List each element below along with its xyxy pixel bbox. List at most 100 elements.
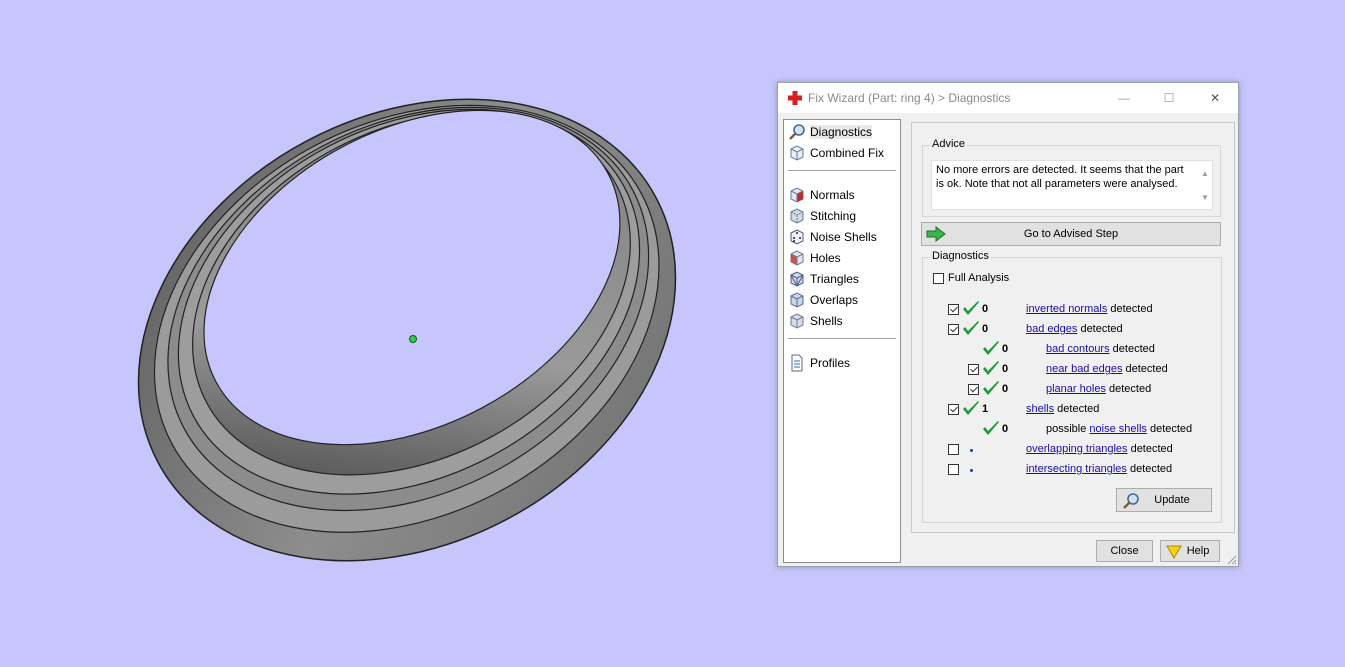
- row-checkbox[interactable]: [948, 444, 959, 455]
- diagnostic-row: intersecting triangles detected: [1026, 463, 1172, 475]
- row-suffix: detected: [1146, 423, 1193, 435]
- nav-item-diagnostics[interactable]: Diagnostics: [788, 122, 896, 142]
- row-checkbox[interactable]: [948, 464, 959, 475]
- nav-item-shells[interactable]: Shells: [788, 311, 896, 331]
- nav-label: Noise Shells: [810, 230, 877, 244]
- nav-item-overlaps[interactable]: Overlaps: [788, 290, 896, 310]
- pending-dot-icon: [970, 449, 973, 452]
- cube-stitch-icon: [790, 208, 804, 224]
- issue-count: 1: [982, 403, 989, 415]
- cube-holes-icon: [790, 250, 804, 266]
- resize-grip-icon[interactable]: [1227, 555, 1237, 565]
- nav-label: Shells: [810, 314, 843, 328]
- nav-label: Triangles: [810, 272, 859, 286]
- issue-count: 0: [1002, 383, 1009, 395]
- update-label: Update: [1154, 494, 1190, 506]
- nav-item-profiles[interactable]: Profiles: [788, 353, 896, 373]
- row-suffix: detected: [1054, 403, 1100, 415]
- scroll-up-icon[interactable]: ▲: [1201, 167, 1209, 181]
- cube-overlaps-icon: [790, 292, 804, 308]
- issue-count: 0: [1002, 363, 1009, 375]
- diagnostics-page: Advice No more errors are detected. It s…: [911, 122, 1235, 533]
- advice-text: No more errors are detected. It seems th…: [931, 160, 1213, 210]
- row-checkbox[interactable]: [968, 384, 979, 395]
- issue-count: 0: [982, 303, 989, 315]
- close-window-button[interactable]: ✕: [1193, 83, 1237, 113]
- row-suffix: detected: [1127, 443, 1173, 455]
- diagnostic-link[interactable]: planar holes: [1046, 383, 1106, 395]
- cube-shells-icon: [790, 313, 804, 329]
- diagnostic-link[interactable]: inverted normals: [1026, 303, 1107, 315]
- green-check-icon: [983, 421, 999, 435]
- title-bar[interactable]: Fix Wizard (Part: ring 4) > Diagnostics …: [778, 83, 1238, 113]
- issue-count: 0: [1002, 343, 1009, 355]
- close-button[interactable]: Close: [1096, 540, 1153, 562]
- help-label: Help: [1186, 545, 1210, 557]
- green-arrow-icon: [926, 226, 946, 242]
- row-checkbox[interactable]: [948, 324, 959, 335]
- go-to-advised-step-button[interactable]: Go to Advised Step: [921, 222, 1221, 246]
- nav-label: Holes: [810, 251, 841, 265]
- magnifier-icon: [1123, 493, 1139, 509]
- 3d-viewport[interactable]: [0, 0, 760, 667]
- full-analysis-checkbox[interactable]: [933, 273, 944, 284]
- diagnostic-link[interactable]: bad edges: [1026, 323, 1077, 335]
- row-checkbox[interactable]: [968, 364, 979, 375]
- pending-dot-icon: [970, 469, 973, 472]
- diagnostic-row: possible noise shells detected: [1046, 423, 1192, 435]
- row-checkbox[interactable]: [948, 404, 959, 415]
- advice-message: No more errors are detected. It seems th…: [936, 164, 1184, 190]
- diagnostic-link[interactable]: overlapping triangles: [1026, 443, 1128, 455]
- nav-label: Normals: [810, 188, 855, 202]
- help-funnel-icon: [1166, 545, 1182, 559]
- cube-icon: [790, 145, 804, 161]
- diagnostic-row: bad edges detected: [1026, 323, 1123, 335]
- cube-triangles-icon: [790, 271, 804, 287]
- diagnostic-row: shells detected: [1026, 403, 1099, 415]
- nav-item-normals[interactable]: Normals: [788, 185, 896, 205]
- diagnostic-link[interactable]: noise shells: [1089, 423, 1146, 435]
- magnifier-icon: [789, 124, 805, 140]
- row-checkbox[interactable]: [948, 304, 959, 315]
- nav-item-holes[interactable]: Holes: [788, 248, 896, 268]
- green-check-icon: [983, 341, 999, 355]
- help-button[interactable]: Help: [1160, 540, 1220, 562]
- diagnostic-link[interactable]: near bad edges: [1046, 363, 1122, 375]
- scroll-down-icon[interactable]: ▼: [1201, 191, 1209, 205]
- maximize-button[interactable]: ☐: [1147, 83, 1191, 113]
- nav-item-stitching[interactable]: Stitching: [788, 206, 896, 226]
- dice-icon: [790, 229, 804, 245]
- nav-label: Stitching: [810, 209, 857, 223]
- green-check-icon: [983, 381, 999, 395]
- nav-label: Combined Fix: [810, 146, 885, 160]
- minimize-icon: —: [1118, 91, 1130, 105]
- nav-label: Diagnostics: [810, 125, 873, 139]
- row-suffix: detected: [1105, 383, 1152, 395]
- nav-item-triangles[interactable]: Triangles: [788, 269, 896, 289]
- diagnostic-row: bad contours detected: [1046, 343, 1155, 355]
- nav-label: Overlaps: [810, 293, 859, 307]
- minimize-button[interactable]: —: [1102, 83, 1146, 113]
- issue-count: 0: [982, 323, 989, 335]
- green-check-icon: [963, 401, 979, 415]
- diagnostic-link[interactable]: intersecting triangles: [1026, 463, 1127, 475]
- pivot-point-icon: [409, 335, 417, 343]
- row-suffix: detected: [1126, 463, 1173, 475]
- update-button[interactable]: Update: [1116, 488, 1212, 512]
- nav-divider: [788, 338, 896, 339]
- red-cross-icon: [788, 91, 802, 105]
- diagnostic-row: near bad edges detected: [1046, 363, 1168, 375]
- advice-scrollbar[interactable]: ▲ ▼: [1201, 167, 1209, 205]
- advised-step-label: Go to Advised Step: [1023, 228, 1119, 240]
- nav-item-combined-fix[interactable]: Combined Fix: [788, 143, 896, 163]
- diagnostic-row: inverted normals detected: [1026, 303, 1153, 315]
- wizard-nav: Diagnostics Combined Fix Normals Stitchi…: [783, 119, 901, 563]
- green-check-icon: [963, 301, 979, 315]
- row-suffix: detected: [1122, 363, 1168, 375]
- window-title: Fix Wizard (Part: ring 4) > Diagnostics: [808, 91, 1011, 105]
- nav-label: Profiles: [810, 356, 851, 370]
- diagnostic-link[interactable]: shells: [1026, 403, 1054, 415]
- diagnostic-link[interactable]: bad contours: [1046, 343, 1110, 355]
- nav-item-noise-shells[interactable]: Noise Shells: [788, 227, 896, 247]
- ring-model[interactable]: [0, 0, 760, 667]
